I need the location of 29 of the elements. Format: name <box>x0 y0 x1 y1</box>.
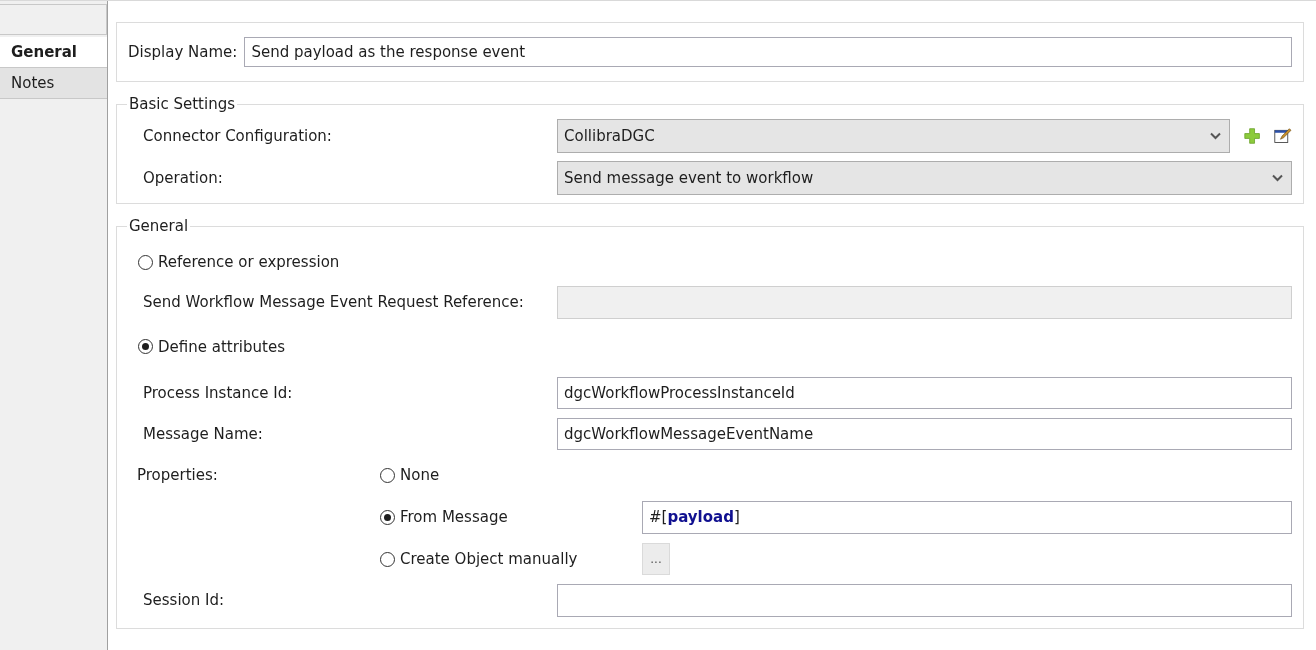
tab[interactable]: General <box>0 37 107 68</box>
field-label: Send Workflow Message Event Request Reference: <box>143 293 525 311</box>
radio-option[interactable]: Define attributes <box>138 337 285 356</box>
group-title: Basic Settings <box>128 95 236 113</box>
field-label: Operation: <box>143 169 224 187</box>
tab[interactable]: Notes <box>0 68 107 99</box>
browse-button[interactable]: ... <box>642 543 670 575</box>
field-label: Properties: <box>137 466 218 484</box>
input-field[interactable] <box>557 583 1292 617</box>
edit-window-icon[interactable] <box>1274 126 1292 146</box>
dropdown[interactable]: CollibraDGC <box>557 119 1230 153</box>
add-icon[interactable] <box>1244 126 1261 146</box>
input-field[interactable]: dgcWorkflowProcessInstanceId <box>557 376 1292 409</box>
field-label: Process Instance Id: <box>143 383 294 402</box>
radio-option[interactable]: Create Object manually <box>380 550 578 568</box>
expression-field[interactable]: #[payload] <box>642 500 1292 534</box>
field-label: Display Name: <box>128 43 238 61</box>
radio-option[interactable]: None <box>380 466 440 484</box>
dropdown[interactable]: Send message event to workflow <box>557 161 1292 195</box>
field-label: Session Id: <box>143 591 225 609</box>
group-title: General <box>128 217 190 235</box>
radio-option[interactable]: From Message <box>380 508 508 526</box>
chevron-down-icon <box>1210 132 1221 140</box>
input-field[interactable]: Send payload as the response event <box>244 37 1292 67</box>
chevron-down-icon <box>1272 174 1283 182</box>
field-label: Connector Configuration: <box>143 127 333 145</box>
radio-option[interactable]: Reference or expression <box>138 253 340 271</box>
input-field[interactable]: dgcWorkflowMessageEventName <box>557 417 1292 450</box>
field-label: Message Name: <box>143 424 264 443</box>
